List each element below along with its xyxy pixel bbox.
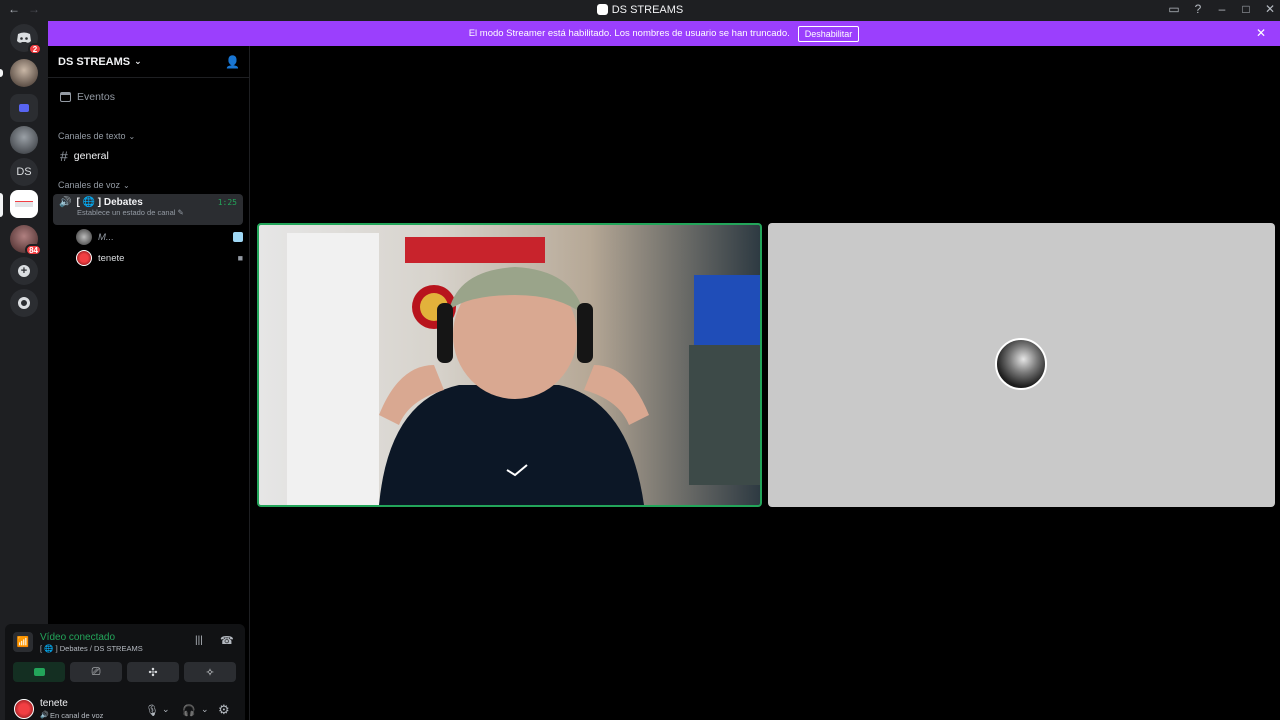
screen-share-icon bbox=[233, 232, 243, 242]
soundboard-button[interactable]: ✧ bbox=[184, 662, 236, 682]
chevron-down-icon: ⌄ bbox=[123, 180, 130, 190]
activities-icon: ✣ bbox=[148, 666, 158, 679]
camera-icon bbox=[33, 668, 45, 676]
minimize-icon[interactable]: – bbox=[1216, 2, 1228, 16]
server-header[interactable]: DS STREAMS ⌄ 👤 bbox=[48, 46, 249, 78]
channel-status[interactable]: Establece un estado de canal ✎ bbox=[77, 208, 184, 217]
member-avatar bbox=[76, 250, 92, 266]
camera-toggle-button[interactable] bbox=[13, 662, 65, 682]
explore-button[interactable] bbox=[10, 289, 38, 317]
compass-icon bbox=[18, 297, 30, 309]
connection-status: Vídeo conectado bbox=[40, 632, 116, 643]
disable-streamer-button[interactable]: Deshabilitar bbox=[797, 25, 860, 42]
user-name: tenete bbox=[40, 698, 68, 709]
server-avatar-1[interactable] bbox=[10, 59, 38, 87]
video-tile-camera[interactable] bbox=[257, 223, 762, 507]
server-avatar-2[interactable] bbox=[10, 126, 38, 154]
connection-location[interactable]: [ 🌐 ] Debates / DS STREAMS bbox=[40, 644, 143, 653]
server-ds-streams[interactable] bbox=[10, 190, 38, 218]
inbox-icon[interactable]: ▭ bbox=[1168, 2, 1180, 16]
unread-pill bbox=[0, 69, 3, 77]
discord-icon bbox=[17, 32, 31, 43]
activities-button[interactable]: ✣ bbox=[127, 662, 179, 682]
channel-sidebar: DS STREAMS ⌄ 👤 Eventos Canales de texto … bbox=[5, 46, 250, 720]
hashtag-icon: # bbox=[60, 148, 68, 164]
signal-icon[interactable]: 📶 bbox=[13, 632, 33, 652]
soundboard-icon: ✧ bbox=[205, 666, 215, 679]
server-name: DS STREAMS bbox=[58, 55, 131, 68]
camera-icon: ■ bbox=[237, 253, 243, 263]
help-icon[interactable]: ? bbox=[1192, 2, 1204, 16]
voice-connection-panel: 📶 Vídeo conectado [ 🌐 ] Debates / DS STR… bbox=[5, 624, 245, 720]
server-ds[interactable]: DS bbox=[10, 158, 38, 186]
screen-share-button[interactable]: ⎚ bbox=[70, 662, 122, 682]
chevron-down-icon: ⌄ bbox=[128, 131, 136, 141]
screen-share-icon: ⎚ bbox=[91, 665, 101, 678]
dm-avatar[interactable]: 84 bbox=[10, 225, 42, 256]
title-bar: ← → DS STREAMS ▭ ? – □ ✕ bbox=[0, 0, 1280, 21]
voice-member[interactable]: tenete ■ bbox=[76, 250, 243, 266]
pencil-icon: ✎ bbox=[177, 208, 184, 217]
channel-general[interactable]: # general bbox=[60, 148, 243, 164]
chevron-down-icon[interactable]: ⌄ bbox=[162, 704, 170, 715]
microphone-icon[interactable]: 🎙 bbox=[145, 704, 159, 717]
add-server-button[interactable]: + bbox=[10, 257, 38, 285]
chevron-down-icon: ⌄ bbox=[134, 56, 142, 66]
headphones-icon[interactable]: 🎧 bbox=[182, 704, 196, 717]
close-banner-icon[interactable]: ✕ bbox=[1256, 26, 1266, 40]
user-status: En canal de voz bbox=[50, 711, 104, 720]
member-avatar bbox=[76, 229, 92, 245]
folder-button[interactable] bbox=[10, 94, 38, 122]
home-button[interactable]: 2 bbox=[10, 24, 42, 55]
streamer-mode-banner: El modo Streamer está habilitado. Los no… bbox=[48, 21, 1280, 46]
calendar-icon bbox=[60, 92, 71, 102]
maximize-icon[interactable]: □ bbox=[1240, 2, 1252, 16]
camera-feed bbox=[287, 233, 760, 505]
plus-icon: + bbox=[18, 265, 30, 277]
banner-message: El modo Streamer está habilitado. Los no… bbox=[468, 28, 790, 39]
server-rail: 2 DS 84 + bbox=[0, 21, 48, 720]
voice-member[interactable]: M... bbox=[76, 229, 243, 245]
selected-pill bbox=[0, 193, 3, 217]
voice-channel-title-row: 🔊 [ 🌐 ] Debates 1:25 bbox=[59, 197, 237, 208]
dm-badge: 84 bbox=[25, 244, 42, 256]
speaker-icon: 🔊 bbox=[59, 197, 72, 208]
noise-suppression-icon[interactable]: ||| bbox=[195, 635, 203, 646]
events-item[interactable]: Eventos bbox=[60, 91, 243, 103]
invite-people-icon[interactable]: 👤 bbox=[225, 55, 240, 69]
window-title: DS STREAMS bbox=[0, 4, 1280, 16]
close-window-icon[interactable]: ✕ bbox=[1264, 2, 1276, 16]
user-avatar[interactable] bbox=[14, 699, 34, 719]
chevron-down-icon[interactable]: ⌄ bbox=[201, 704, 209, 715]
ds-streams-logo-icon bbox=[15, 201, 33, 207]
gear-icon[interactable]: ⚙ bbox=[218, 702, 230, 718]
participant-avatar bbox=[995, 338, 1047, 390]
voice-channel-debates[interactable]: 🔊 [ 🌐 ] Debates 1:25 Establece un estado… bbox=[53, 194, 243, 225]
window-controls: ▭ ? – □ ✕ bbox=[1168, 2, 1276, 16]
folder-icon bbox=[19, 104, 29, 112]
speaker-small-icon: 🔊 bbox=[40, 712, 49, 719]
voice-category[interactable]: Canales de voz ⌄ bbox=[58, 180, 243, 190]
video-tile-avatar[interactable] bbox=[768, 223, 1275, 507]
disconnect-icon[interactable]: ☎ bbox=[220, 634, 234, 647]
text-category[interactable]: Canales de texto ⌄ bbox=[58, 131, 243, 141]
server-logo-icon bbox=[596, 4, 608, 15]
home-badge: 2 bbox=[28, 43, 42, 55]
